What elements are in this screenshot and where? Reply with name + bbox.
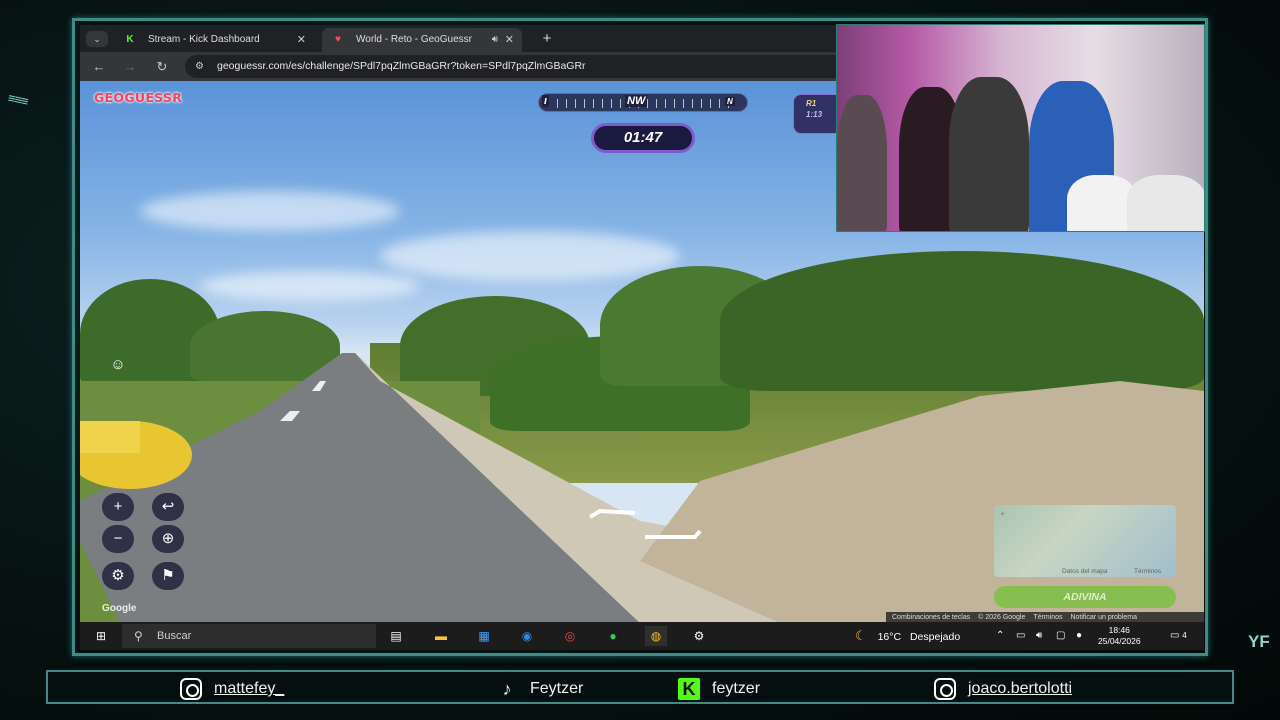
- obs-icon[interactable]: ◎: [559, 626, 581, 646]
- tab-close-icon[interactable]: ✕: [297, 28, 306, 52]
- zoom-out-button[interactable]: −: [102, 525, 134, 553]
- compass: ı NW N: [538, 93, 748, 112]
- weather-desc: Despejado: [909, 631, 961, 643]
- chevron-up-icon[interactable]: ⌃: [996, 622, 1004, 650]
- social-link[interactable]: Kfeytzer: [678, 678, 760, 700]
- geoguessr-favicon-icon: ♥: [335, 34, 341, 45]
- guess-minimap[interactable]: + Datos del mapa Términos: [994, 505, 1176, 577]
- social-handle: mattefey_: [214, 680, 285, 697]
- notification-icon: ▭: [1170, 630, 1180, 641]
- kick-favicon-icon: K: [124, 34, 136, 46]
- notification-center[interactable]: ▭ 4: [1170, 622, 1187, 650]
- social-link[interactable]: mattefey_: [180, 678, 284, 700]
- windows-start-icon[interactable]: ⊞: [90, 626, 112, 646]
- battery-icon[interactable]: ▢: [1056, 622, 1065, 650]
- social-links-bar: mattefey_ ♪ Feytzer Kfeytzer joaco.bertol…: [46, 670, 1234, 704]
- outlook-icon[interactable]: ◉: [516, 626, 538, 646]
- webcam-feed: [836, 24, 1205, 232]
- emote-icon[interactable]: ☺: [108, 355, 128, 375]
- terms-link[interactable]: Términos: [1033, 614, 1062, 621]
- notification-count: 4: [1182, 631, 1187, 640]
- compass-marker: ı: [542, 95, 550, 107]
- weather-temp: 16°C: [877, 631, 902, 643]
- settings-gear-icon[interactable]: ⚙︎: [102, 562, 134, 590]
- tab-label: Stream - Kick Dashboard: [148, 34, 260, 45]
- zoom-in-button[interactable]: +: [102, 493, 134, 521]
- back-button[interactable]: ←: [88, 57, 110, 77]
- tab-kick-dashboard[interactable]: K Stream - Kick Dashboard ✕: [114, 28, 314, 52]
- yellow-car-body: [80, 421, 140, 453]
- url-text: geoguessr.com/es/challenge/SPdl7pqZlmGBa…: [217, 60, 586, 72]
- undo-move-icon[interactable]: ↩: [152, 493, 184, 521]
- weather-widget[interactable]: ☾ 16°C Despejado: [855, 622, 960, 650]
- round-timer: 01:47: [591, 123, 695, 153]
- clock-time: 18:46: [1108, 625, 1130, 635]
- flag-icon[interactable]: ⚑: [152, 562, 184, 590]
- social-link[interactable]: joaco.bertolotti: [934, 678, 1072, 700]
- social-link[interactable]: ♪ Feytzer: [496, 678, 584, 700]
- network-icon[interactable]: ▭: [1016, 622, 1025, 650]
- report-problem-link[interactable]: Notificar un problema: [1070, 614, 1137, 621]
- task-view-icon[interactable]: ▤: [385, 626, 407, 646]
- compass-nw: NW: [625, 95, 648, 107]
- address-bar[interactable]: ⚙︎ geoguessr.com/es/challenge/SPdl7pqZlm…: [185, 55, 845, 78]
- file-explorer-icon[interactable]: ▬: [430, 626, 452, 646]
- taskbar-search-box[interactable]: ⚲ Buscar: [122, 624, 376, 648]
- taskbar-clock[interactable]: 18:46 25/04/2026: [1098, 625, 1141, 647]
- search-placeholder: Buscar: [157, 630, 192, 642]
- reload-button[interactable]: ↻: [151, 57, 173, 77]
- social-handle: joaco.bertolotti: [968, 680, 1073, 697]
- site-info-icon[interactable]: ⚙︎: [195, 55, 204, 78]
- copyright-text: © 2026 Google: [978, 614, 1026, 621]
- google-watermark: Google: [102, 603, 137, 614]
- windows-taskbar: ⊞ ⚲ Buscar ▤ ▬ ▦ ◉ ◎ ● ◍ ⚙︎ ☾ 16°C Despe…: [80, 622, 1204, 650]
- search-icon: ⚲: [134, 629, 143, 643]
- clock-date: 25/04/2026: [1098, 636, 1141, 646]
- instagram-icon: [180, 678, 202, 700]
- social-handle: feytzer: [712, 680, 761, 697]
- settings-icon[interactable]: ⚙︎: [688, 626, 710, 646]
- geoguessr-logo[interactable]: GEOGUESSR: [94, 90, 182, 105]
- minimap-data-label: Datos del mapa: [1062, 568, 1108, 575]
- person-center: [949, 77, 1029, 231]
- moon-icon: ☾: [855, 628, 867, 643]
- guess-button[interactable]: ADIVINA: [994, 586, 1176, 608]
- keyboard-shortcuts-link[interactable]: Combinaciones de teclas: [892, 614, 970, 621]
- tab-geoguessr[interactable]: ♥ World - Reto - GeoGuessr 🔊︎ ✕: [322, 28, 522, 52]
- person-left: [837, 95, 887, 231]
- minimap-zoom-icon[interactable]: +: [1000, 509, 1005, 519]
- social-handle: Feytzer: [530, 680, 584, 697]
- new-tab-button[interactable]: +: [538, 29, 556, 49]
- desk: [1127, 175, 1204, 231]
- instagram-icon: [934, 678, 956, 700]
- microsoft-store-icon[interactable]: ▦: [473, 626, 495, 646]
- tiktok-icon: ♪: [502, 679, 512, 699]
- decorative-stripes: ≡≡≡: [6, 90, 30, 109]
- tab-label: World - Reto - GeoGuessr: [356, 34, 472, 45]
- speaker-icon[interactable]: 🔊︎: [492, 28, 498, 52]
- forward-button[interactable]: →: [119, 57, 141, 77]
- return-to-start-icon[interactable]: ⊕: [152, 525, 184, 553]
- decorative-text: YF: [1248, 632, 1270, 651]
- microphone-icon[interactable]: ●: [1076, 622, 1082, 650]
- compass-n: N: [725, 97, 735, 106]
- tab-search-button[interactable]: ⌄: [86, 31, 108, 47]
- chrome-icon[interactable]: ◍: [645, 626, 667, 646]
- kick-icon: K: [678, 678, 700, 700]
- minimap-terms-label[interactable]: Términos: [1134, 568, 1161, 575]
- spotify-icon[interactable]: ●: [602, 626, 624, 646]
- volume-icon[interactable]: 🔊︎: [1036, 622, 1042, 650]
- tab-close-icon[interactable]: ✕: [505, 28, 514, 52]
